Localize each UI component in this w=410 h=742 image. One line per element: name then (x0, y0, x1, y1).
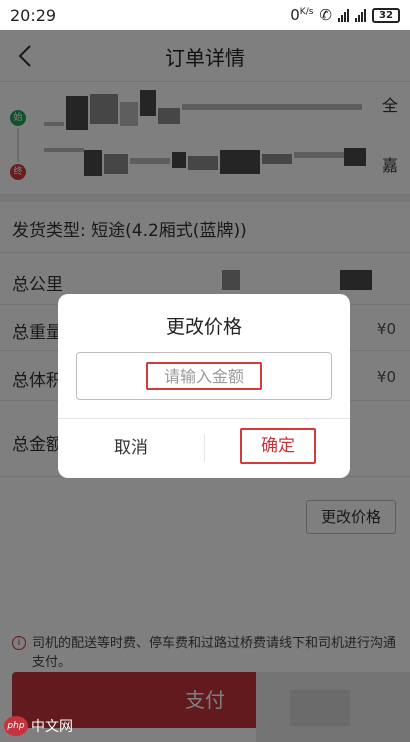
status-time: 20:29 (10, 5, 57, 25)
confirm-button[interactable]: 确定 (240, 428, 316, 464)
dialog-title: 更改价格 (165, 316, 242, 338)
price-input[interactable] (76, 352, 332, 400)
net-speed: 0K/s (290, 6, 314, 24)
cancel-button[interactable]: 取消 (58, 419, 204, 478)
status-icons: 0K/s ✆ 32 (290, 6, 400, 24)
watermark: php 中文网 (4, 716, 73, 736)
watermark-logo: php (4, 716, 28, 736)
watermark-text: 中文网 (31, 719, 73, 735)
change-price-dialog: 更改价格 取消 确定 (58, 294, 350, 478)
phone-icon: ✆ (319, 6, 332, 24)
dialog-button-divider (204, 434, 205, 462)
signal-icon (338, 8, 349, 22)
status-bar: 20:29 0K/s ✆ 32 (0, 0, 410, 30)
battery-icon: 32 (372, 7, 400, 23)
signal-icon-2 (355, 8, 366, 22)
